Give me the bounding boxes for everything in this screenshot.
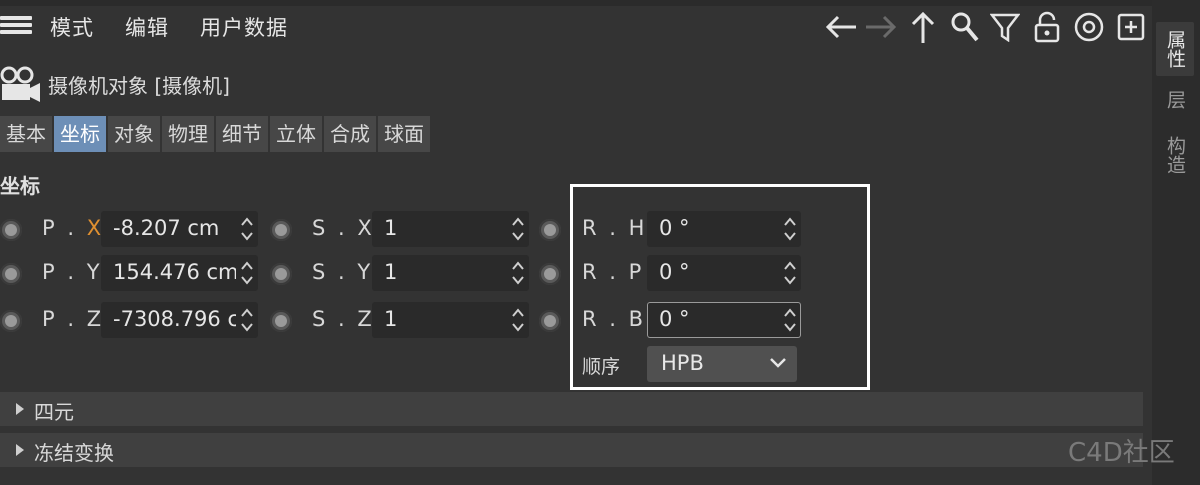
label-sy: S . Y — [312, 260, 374, 284]
side-tab-layer-label: 层 — [1164, 90, 1186, 109]
object-title: 摄像机对象 [摄像机] — [48, 74, 230, 98]
position-z-value: -7308.796 cm — [113, 307, 236, 331]
position-y-value: 154.476 cm — [113, 260, 236, 284]
spinner-icon[interactable] — [240, 259, 254, 287]
keyframe-toggle-sz[interactable] — [270, 310, 292, 332]
spinner-icon[interactable] — [240, 215, 254, 243]
group-quaternion[interactable]: 四元 — [0, 392, 1143, 426]
scale-z-value: 1 — [384, 307, 398, 331]
spinner-icon[interactable] — [511, 215, 525, 243]
keyframe-toggle-rb[interactable] — [539, 310, 561, 332]
menu-edit[interactable]: 编辑 — [125, 12, 169, 42]
menu-mode[interactable]: 模式 — [50, 12, 94, 42]
hamburger-menu-icon[interactable] — [0, 16, 32, 34]
tab-composition[interactable]: 合成 — [324, 116, 376, 152]
target-icon[interactable] — [1072, 10, 1106, 44]
attribute-tabs: 基本 坐标 对象 物理 细节 立体 合成 球面 — [0, 116, 432, 152]
scale-x-field[interactable]: 1 — [372, 211, 529, 247]
label-px: P . X — [42, 216, 104, 240]
label-pz: P . Z — [42, 307, 105, 331]
spinner-icon[interactable] — [240, 306, 254, 334]
lock-icon[interactable] — [1030, 10, 1064, 44]
search-icon[interactable] — [948, 10, 982, 44]
keyframe-toggle-sx[interactable] — [270, 219, 292, 241]
label-py: P . Y — [42, 260, 103, 284]
spinner-icon[interactable] — [511, 306, 525, 334]
keyframe-toggle-pz[interactable] — [0, 310, 22, 332]
watermark: C4D社区 — [1068, 438, 1175, 468]
keyframe-toggle-py[interactable] — [0, 263, 22, 285]
scale-y-field[interactable]: 1 — [372, 255, 529, 291]
group-freeze-transform-label: 冻结变换 — [34, 441, 114, 465]
position-x-value: -8.207 cm — [113, 216, 220, 240]
scale-z-field[interactable]: 1 — [372, 302, 529, 338]
arrow-right-icon[interactable] — [864, 10, 898, 44]
group-quaternion-label: 四元 — [34, 400, 74, 424]
highlight-rotation-box — [570, 184, 870, 390]
side-tab-construct[interactable]: 构造 — [1160, 136, 1190, 174]
keyframe-toggle-rh[interactable] — [539, 219, 561, 241]
keyframe-toggle-sy[interactable] — [270, 263, 292, 285]
tab-stereoscopic[interactable]: 立体 — [270, 116, 322, 152]
keyframe-toggle-px[interactable] — [0, 219, 22, 241]
triangle-right-icon — [16, 444, 24, 456]
side-tab-layer[interactable]: 层 — [1160, 90, 1190, 109]
position-x-field[interactable]: -8.207 cm — [101, 211, 258, 247]
tab-coordinates[interactable]: 坐标 — [54, 116, 106, 152]
group-freeze-transform[interactable]: 冻结变换 — [0, 433, 1143, 467]
side-tab-attributes-label: 属性 — [1164, 30, 1186, 68]
scale-x-value: 1 — [384, 216, 398, 240]
arrow-up-icon[interactable] — [906, 10, 940, 44]
label-px-prefix: P . — [42, 216, 87, 240]
keyframe-toggle-rp[interactable] — [539, 263, 561, 285]
menu-user-data[interactable]: 用户数据 — [200, 12, 288, 42]
label-sx: S . X — [312, 216, 375, 240]
filter-icon[interactable] — [988, 10, 1022, 44]
tab-details[interactable]: 细节 — [216, 116, 268, 152]
spinner-icon[interactable] — [511, 259, 525, 287]
side-tab-attributes[interactable]: 属性 — [1156, 22, 1194, 76]
position-y-field[interactable]: 154.476 cm — [101, 255, 258, 291]
camera-icon — [0, 66, 42, 104]
scale-y-value: 1 — [384, 260, 398, 284]
arrow-left-icon[interactable] — [824, 10, 858, 44]
tab-basic[interactable]: 基本 — [0, 116, 52, 152]
tab-spherical[interactable]: 球面 — [378, 116, 430, 152]
position-z-field[interactable]: -7308.796 cm — [101, 302, 258, 338]
add-panel-icon[interactable] — [1114, 10, 1148, 44]
label-sz: S . Z — [312, 307, 375, 331]
side-tab-construct-label: 构造 — [1164, 136, 1186, 174]
triangle-right-icon — [16, 403, 24, 415]
section-title: 坐标 — [0, 174, 40, 198]
tab-physical[interactable]: 物理 — [162, 116, 214, 152]
tab-object[interactable]: 对象 — [108, 116, 160, 152]
top-border — [0, 0, 1200, 6]
